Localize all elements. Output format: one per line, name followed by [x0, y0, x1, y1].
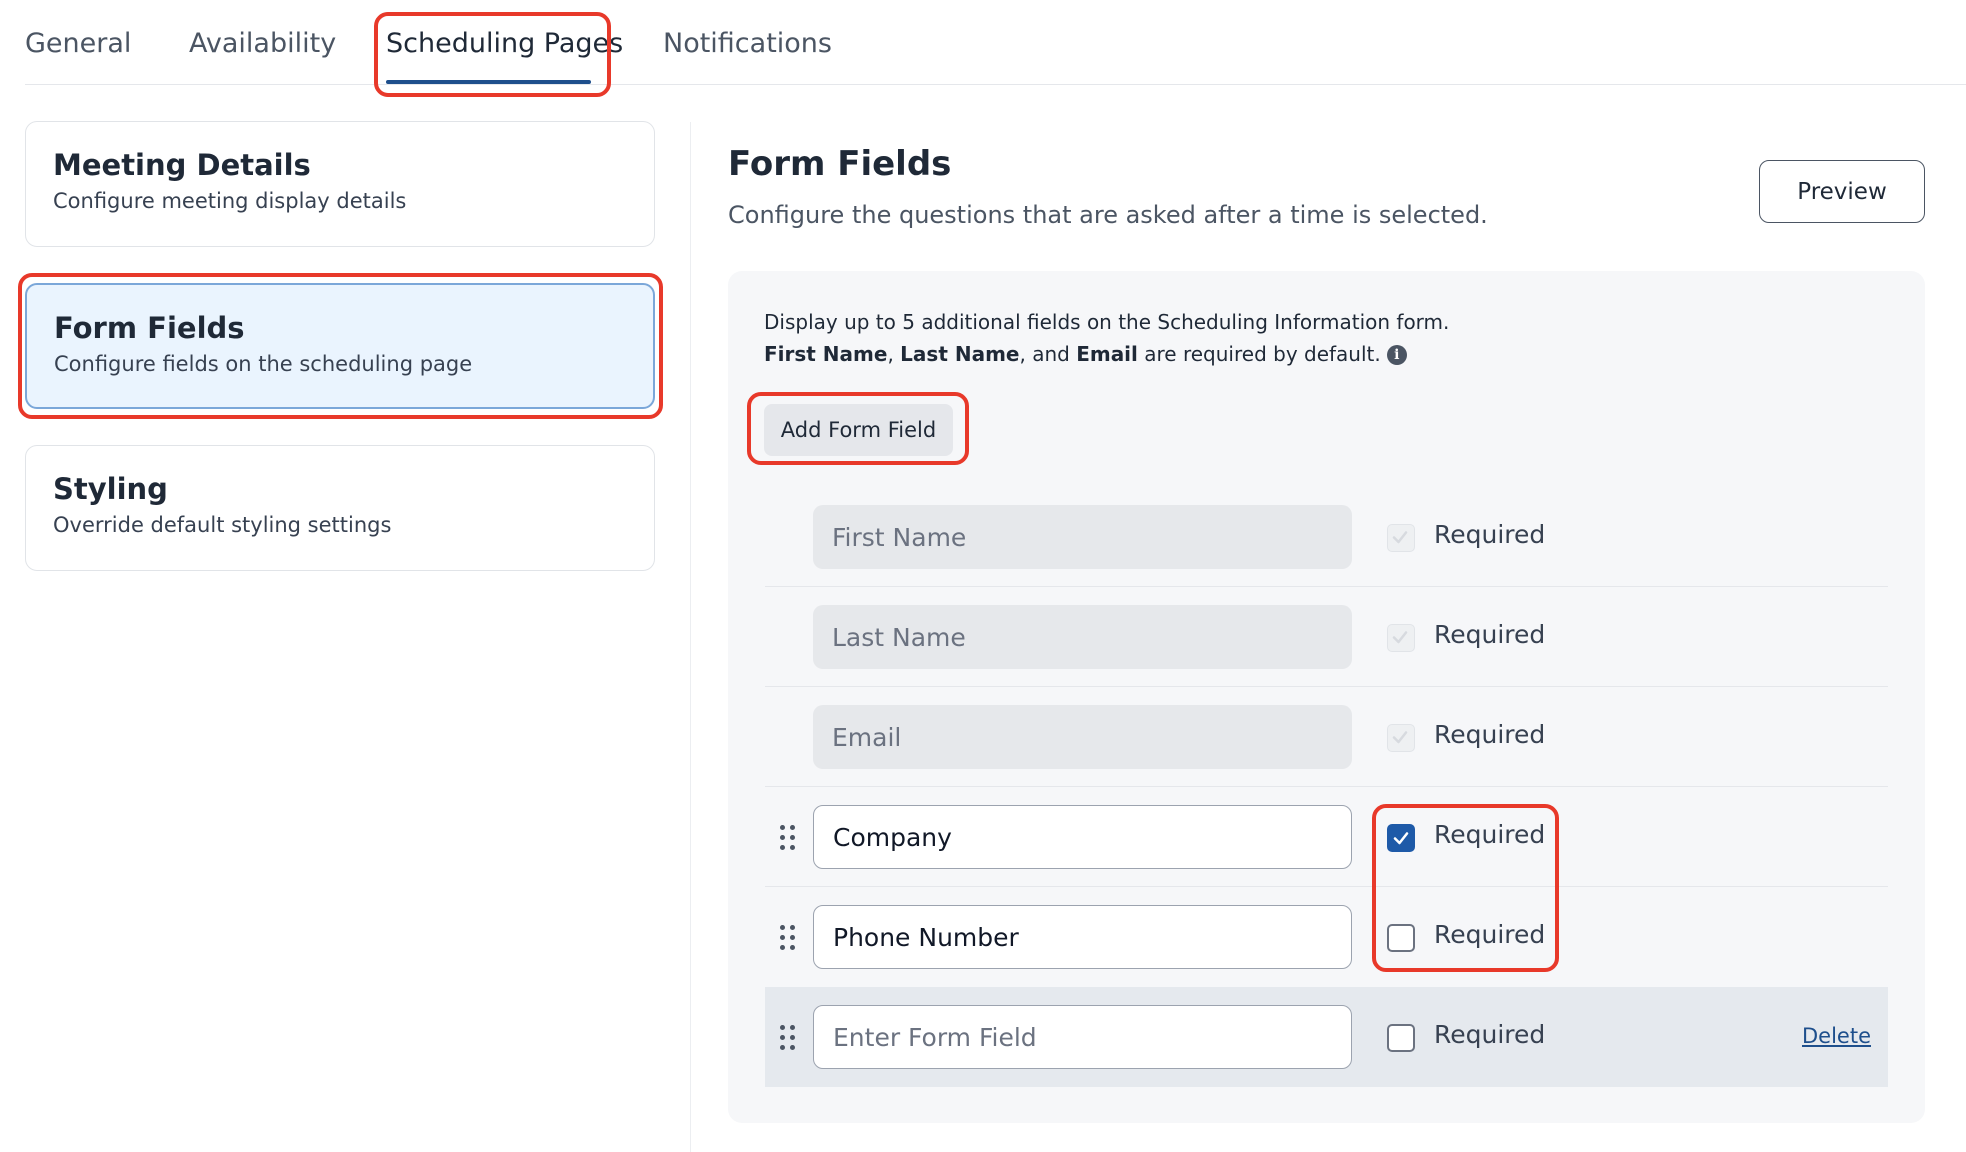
- column-divider: [690, 122, 691, 1152]
- required-label: Required: [1434, 1020, 1546, 1049]
- last-name-field: [813, 605, 1352, 669]
- check-icon: [1392, 631, 1408, 644]
- form-field-row-new: Required Delete: [765, 987, 1888, 1087]
- required-checkbox-unchecked[interactable]: [1387, 924, 1415, 952]
- default-field-first-name: First Name: [764, 342, 888, 366]
- card-description: Override default styling settings: [53, 512, 392, 537]
- tab-availability[interactable]: Availability: [189, 28, 336, 59]
- info-separator: , and: [1019, 342, 1077, 366]
- tab-scheduling-pages[interactable]: Scheduling Pages: [386, 28, 623, 59]
- tab-notifications[interactable]: Notifications: [663, 28, 832, 59]
- required-label: Required: [1434, 620, 1546, 649]
- phone-number-field[interactable]: [813, 905, 1352, 969]
- required-label: Required: [1434, 820, 1546, 849]
- required-label: Required: [1434, 520, 1546, 549]
- card-meeting-details[interactable]: Meeting Details Configure meeting displa…: [25, 121, 655, 247]
- default-field-last-name: Last Name: [900, 342, 1020, 366]
- tab-general[interactable]: General: [25, 28, 131, 59]
- card-styling[interactable]: Styling Override default styling setting…: [25, 445, 655, 571]
- card-title: Meeting Details: [53, 148, 311, 182]
- drag-handle-icon[interactable]: [780, 825, 796, 851]
- form-field-row-phone-number: Required: [765, 887, 1888, 987]
- active-tab-indicator: [386, 80, 591, 84]
- card-title: Form Fields: [54, 311, 245, 345]
- delete-link[interactable]: Delete: [1802, 1024, 1871, 1048]
- check-icon: [1393, 832, 1409, 845]
- card-form-fields[interactable]: Form Fields Configure fields on the sche…: [25, 283, 655, 409]
- page-title: Form Fields: [728, 144, 952, 184]
- card-description: Configure meeting display details: [53, 188, 407, 213]
- info-text-line-2: First Name, Last Name, and Email are req…: [764, 342, 1407, 366]
- info-suffix: are required by default.: [1137, 342, 1381, 366]
- info-separator: ,: [887, 342, 901, 366]
- email-field: [813, 705, 1352, 769]
- required-checkbox-disabled: [1387, 724, 1415, 752]
- required-label: Required: [1434, 720, 1546, 749]
- default-field-email: Email: [1076, 342, 1138, 366]
- required-checkbox-disabled: [1387, 624, 1415, 652]
- page-subtitle: Configure the questions that are asked a…: [728, 201, 1488, 229]
- card-description: Configure fields on the scheduling page: [54, 351, 473, 376]
- drag-handle-icon[interactable]: [780, 925, 796, 951]
- required-label: Required: [1434, 920, 1546, 949]
- new-form-field-input[interactable]: [813, 1005, 1352, 1069]
- preview-button[interactable]: Preview: [1759, 160, 1925, 223]
- settings-tabs: General Availability Scheduling Pages No…: [25, 0, 1966, 85]
- required-checkbox-unchecked[interactable]: [1387, 1024, 1415, 1052]
- check-icon: [1392, 731, 1408, 744]
- info-icon[interactable]: i: [1386, 345, 1407, 365]
- add-form-field-button[interactable]: Add Form Field: [764, 404, 953, 456]
- company-field[interactable]: [813, 805, 1352, 869]
- first-name-field: [813, 505, 1352, 569]
- card-title: Styling: [53, 472, 168, 506]
- info-text-line-1: Display up to 5 additional fields on the…: [764, 310, 1450, 334]
- required-checkbox-checked[interactable]: [1387, 824, 1415, 852]
- form-field-row-company: Required: [765, 787, 1888, 887]
- required-checkbox-disabled: [1387, 524, 1415, 552]
- drag-handle-icon[interactable]: [780, 1025, 796, 1051]
- form-field-row-first-name: Required: [765, 487, 1888, 587]
- form-field-row-email: Required: [765, 687, 1888, 787]
- form-field-row-last-name: Required: [765, 587, 1888, 687]
- check-icon: [1392, 531, 1408, 544]
